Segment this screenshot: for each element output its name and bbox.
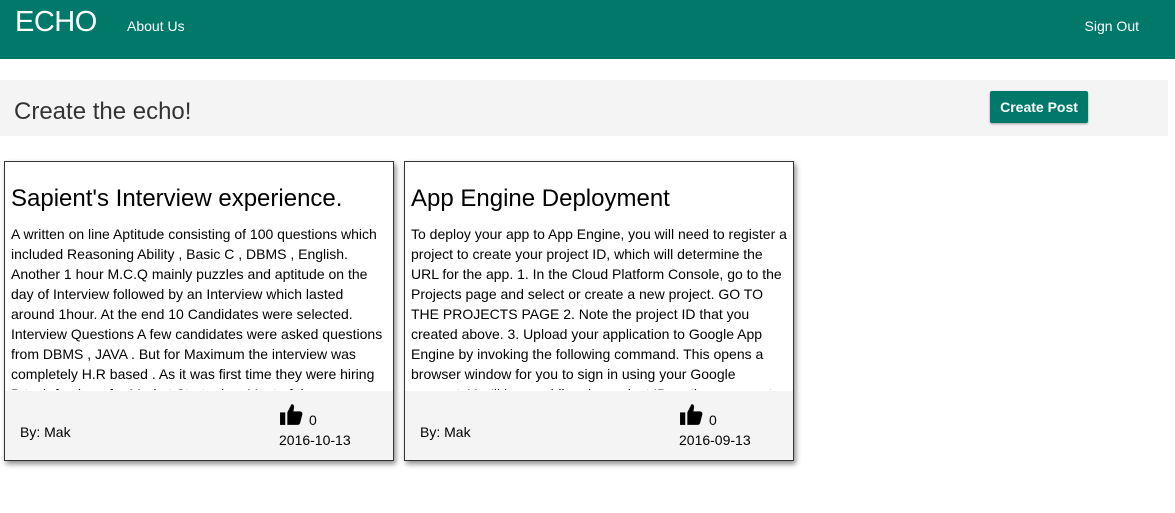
- post-author: By: Mak: [420, 424, 471, 440]
- thumbs-up-icon[interactable]: [279, 402, 304, 427]
- thumbs-up-icon[interactable]: [679, 402, 704, 427]
- post-author: By: Mak: [20, 424, 71, 440]
- post-date: 2016-09-13: [679, 432, 751, 448]
- page-title: Create the echo!: [14, 98, 192, 125]
- brand-logo[interactable]: ECHO: [15, 6, 97, 39]
- post-date: 2016-10-13: [279, 432, 351, 448]
- post-title: Sapient's Interview experience.: [11, 185, 343, 212]
- post-body: To deploy your app to App Engine, you wi…: [411, 226, 787, 390]
- like-count: 0: [309, 412, 317, 428]
- post-footer: By: Mak 0 2016-09-13: [405, 391, 793, 460]
- post-footer: By: Mak 0 2016-10-13: [5, 391, 393, 460]
- like-count: 0: [709, 412, 717, 428]
- nav-about-us[interactable]: About Us: [127, 18, 185, 34]
- post-card[interactable]: Sapient's Interview experience. A writte…: [4, 161, 394, 461]
- create-echo-banner: Create the echo! Create Post: [0, 80, 1168, 136]
- nav-sign-out[interactable]: Sign Out: [1085, 18, 1139, 34]
- post-title: App Engine Deployment: [411, 185, 670, 212]
- top-navbar: ECHO About Us Sign Out: [0, 0, 1175, 59]
- post-card[interactable]: App Engine Deployment To deploy your app…: [404, 161, 794, 461]
- post-body: A written on line Aptitude consisting of…: [11, 226, 383, 390]
- create-post-button[interactable]: Create Post: [990, 91, 1088, 123]
